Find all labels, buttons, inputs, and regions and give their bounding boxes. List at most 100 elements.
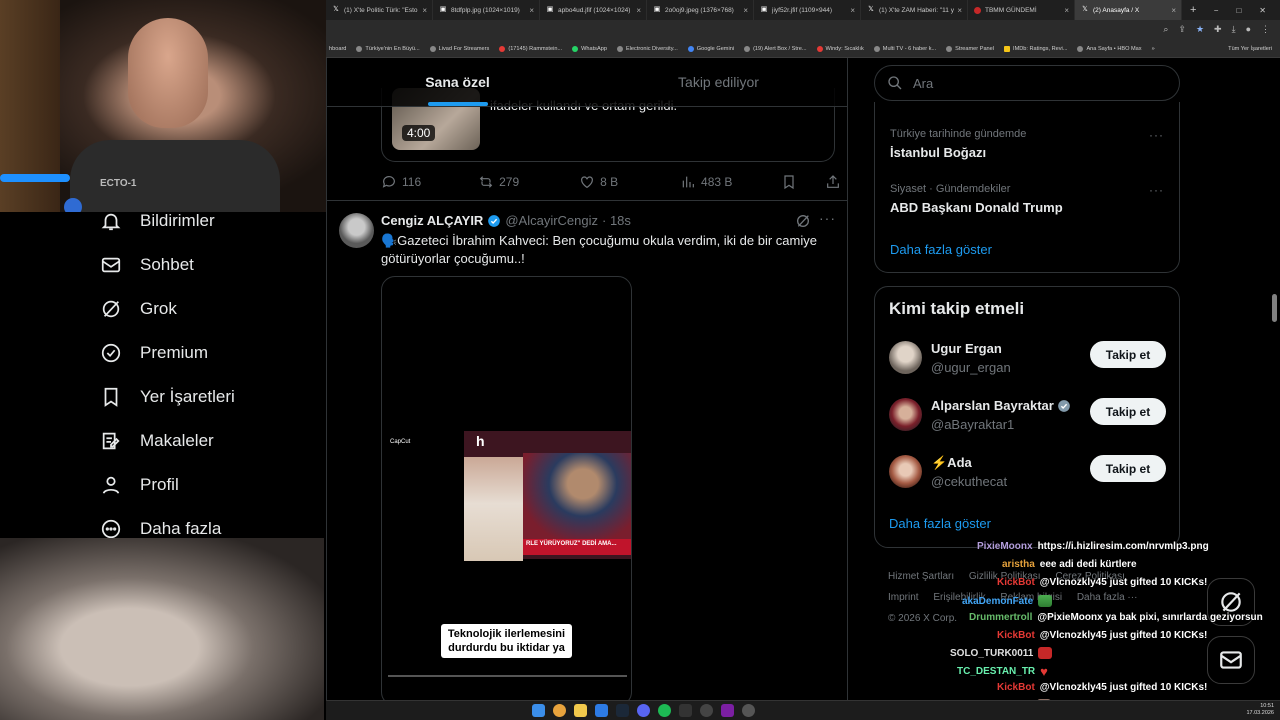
- user-name[interactable]: Ugur Ergan: [931, 341, 1002, 356]
- close-icon[interactable]: ×: [850, 6, 855, 15]
- bookmark-item[interactable]: Windy: Sıcaklık: [816, 46, 864, 52]
- close-icon[interactable]: ×: [1171, 6, 1176, 15]
- downloads-icon[interactable]: ⤓: [1232, 24, 1236, 35]
- bookmark-item[interactable]: Multi TV - 6 haber k...: [873, 46, 936, 52]
- bookmark-item[interactable]: WhatsApp: [572, 46, 607, 52]
- close-window-button[interactable]: ✕: [1259, 6, 1266, 15]
- nav-profile[interactable]: Profil: [100, 472, 179, 498]
- browser-tab-active[interactable]: 𝕏 (2) Anasayfa / X ×: [1075, 0, 1182, 20]
- share-icon[interactable]: ⇪: [1178, 24, 1186, 35]
- all-bookmarks[interactable]: Tüm Yer İşaretleri: [1228, 46, 1272, 52]
- chrome-icon[interactable]: [553, 704, 566, 717]
- search-input[interactable]: Ara: [874, 65, 1180, 101]
- star-icon[interactable]: ★: [1196, 24, 1204, 35]
- obs-icon[interactable]: [700, 704, 713, 717]
- bookmark-item[interactable]: Electronic Diversity...: [616, 46, 678, 52]
- reply-button[interactable]: 116: [381, 174, 478, 190]
- more-options-icon[interactable]: ···: [1149, 183, 1164, 197]
- steam-icon[interactable]: [616, 704, 629, 717]
- folder-icon[interactable]: [574, 704, 587, 717]
- tab-following[interactable]: Takip ediliyor: [588, 58, 847, 106]
- follow-suggestion[interactable]: Alparslan Bayraktar @aBayraktar1 Takip e…: [889, 396, 1169, 436]
- nav-premium[interactable]: Premium: [100, 340, 208, 366]
- views-button[interactable]: 483 B: [680, 174, 781, 190]
- author-name[interactable]: Cengiz ALÇAYIR: [381, 213, 483, 228]
- bookmark-item[interactable]: Livad For Streamers: [429, 46, 489, 52]
- footer-link[interactable]: Imprint: [888, 592, 919, 603]
- profile-icon[interactable]: ●: [1246, 24, 1251, 35]
- browser-tab[interactable]: ▣ 2o0oj9.jpeg (1376×768) ×: [647, 0, 754, 20]
- page-scrollbar[interactable]: [1272, 294, 1277, 322]
- bookmark-button[interactable]: [781, 174, 797, 190]
- user-name[interactable]: ⚡Ada: [931, 455, 972, 471]
- system-clock[interactable]: 10:51 17.03.2026: [1246, 703, 1274, 717]
- more-options-icon[interactable]: ···: [819, 210, 836, 226]
- bookmark-item[interactable]: Google Gemini: [687, 46, 734, 52]
- grok-icon[interactable]: [795, 213, 811, 229]
- post[interactable]: Cengiz ALÇAYIR @AlcayirCengiz · 18s ··· …: [327, 201, 847, 700]
- browser-tab[interactable]: TBMM GÜNDEMİ ×: [968, 0, 1075, 20]
- avatar[interactable]: [889, 398, 922, 431]
- zoom-icon[interactable]: ⌕: [1163, 24, 1168, 35]
- browser-tab[interactable]: 𝕏 (1) X'te Politic Türk: "Esto ×: [326, 0, 433, 20]
- close-icon[interactable]: ×: [743, 6, 748, 15]
- new-tab-button[interactable]: +: [1182, 4, 1204, 16]
- follow-suggestion[interactable]: ⚡Ada @cekuthecat Takip et: [889, 453, 1169, 493]
- browser-tab[interactable]: ▣ apbo4ud.jfif (1024×1024) ×: [540, 0, 647, 20]
- close-icon[interactable]: ×: [636, 6, 641, 15]
- more-options-icon[interactable]: ···: [1149, 128, 1164, 142]
- tab-for-you[interactable]: Sana özel: [327, 58, 588, 106]
- nav-bookmarks[interactable]: Yer İşaretleri: [100, 384, 235, 410]
- app-icon[interactable]: [742, 704, 755, 717]
- browser-tab[interactable]: ▣ jiyf52r.jfif (1109×944) ×: [754, 0, 861, 20]
- start-icon[interactable]: [532, 704, 545, 717]
- follow-button[interactable]: Takip et: [1090, 341, 1166, 368]
- avatar[interactable]: [889, 455, 922, 488]
- close-icon[interactable]: ×: [422, 6, 427, 15]
- maximize-button[interactable]: □: [1236, 6, 1241, 15]
- menu-icon[interactable]: ⋮: [1261, 24, 1270, 35]
- address-bar[interactable]: ⌕ ⇪ ★ ✚ ⤓ ● ⋮: [326, 20, 1280, 41]
- bookmark-item[interactable]: (17145) Rammstein...: [499, 46, 562, 52]
- trend-item[interactable]: Türkiye tarihinde gündemde İstanbul Boğa…: [890, 128, 1170, 160]
- post-video[interactable]: CapCut h RLE YÜRÜYORUZ" DEDİ AMA... Tekn…: [381, 276, 632, 700]
- post-time[interactable]: · 18s: [602, 213, 631, 228]
- bookmark-item[interactable]: Streamer Panel: [946, 46, 994, 52]
- trend-item[interactable]: Siyaset · Gündemdekiler ABD Başkanı Dona…: [890, 183, 1170, 215]
- extensions-icon[interactable]: ✚: [1214, 24, 1222, 35]
- show-more-link[interactable]: Daha fazla göster: [889, 516, 991, 531]
- follow-button[interactable]: Takip et: [1090, 398, 1166, 425]
- browser-tab[interactable]: ▣ 8tdfplp.jpg (1024×1019) ×: [433, 0, 540, 20]
- app-icon[interactable]: [721, 704, 734, 717]
- like-button[interactable]: 8 B: [579, 174, 680, 190]
- video-progress-bar[interactable]: [388, 675, 627, 677]
- minimize-button[interactable]: −: [1214, 6, 1219, 15]
- repost-button[interactable]: 279: [478, 174, 579, 190]
- user-name[interactable]: Alparslan Bayraktar: [931, 398, 1071, 413]
- bookmark-item[interactable]: IMDb: Ratings, Revi...: [1004, 46, 1067, 52]
- nav-grok[interactable]: Grok: [100, 296, 177, 322]
- avatar[interactable]: [889, 341, 922, 374]
- epic-games-icon[interactable]: [679, 704, 692, 717]
- spotify-icon[interactable]: [658, 704, 671, 717]
- bookmark-item[interactable]: (19) Alert Box / Stre...: [744, 46, 807, 52]
- discord-icon[interactable]: [637, 704, 650, 717]
- close-icon[interactable]: ×: [1064, 6, 1069, 15]
- nav-articles[interactable]: Makaleler: [100, 428, 214, 454]
- show-more-link[interactable]: Daha fazla göster: [890, 242, 992, 257]
- bookmark-item[interactable]: hboard: [329, 46, 346, 52]
- nav-notifications[interactable]: Bildirimler: [100, 208, 215, 234]
- share-button[interactable]: [825, 174, 841, 190]
- nav-chat[interactable]: Sohbet: [100, 252, 194, 278]
- bookmarks-overflow[interactable]: »: [1152, 46, 1155, 52]
- follow-button[interactable]: Takip et: [1090, 455, 1166, 482]
- close-icon[interactable]: ×: [957, 6, 962, 15]
- bookmark-item[interactable]: Türkiye'nin En Büyü...: [356, 46, 420, 52]
- author-handle[interactable]: @AlcayirCengiz: [505, 213, 598, 228]
- store-icon[interactable]: [595, 704, 608, 717]
- bookmark-item[interactable]: Ana Sayfa • HBO Max: [1077, 46, 1142, 52]
- close-icon[interactable]: ×: [529, 6, 534, 15]
- avatar[interactable]: [339, 213, 374, 248]
- follow-suggestion[interactable]: Ugur Ergan @ugur_ergan Takip et: [889, 339, 1169, 379]
- browser-tab[interactable]: 𝕏 (1) X'te ZAM Haberi: "11 y ×: [861, 0, 968, 20]
